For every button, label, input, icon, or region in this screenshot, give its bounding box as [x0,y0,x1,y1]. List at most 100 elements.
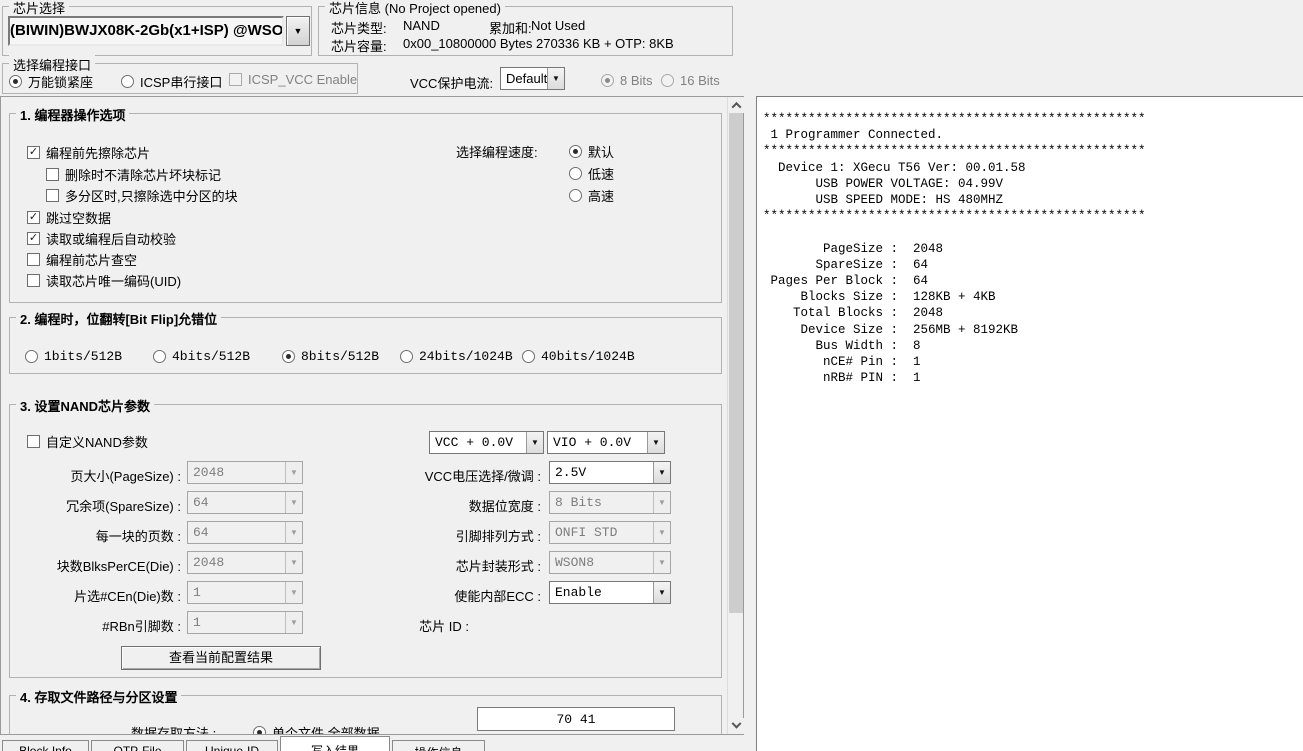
radio-label: 1bits/512B [44,349,122,364]
vcc-voltage-value: 2.5V [550,462,653,483]
single-file-radio[interactable]: 单个文件 全部数据 [253,723,380,735]
chip-id-label: 芯片 ID : [369,616,469,635]
internal-ecc-combobox[interactable]: Enable ▼ [549,581,671,604]
bitflip-24bits-radio[interactable]: 24bits/1024B [400,349,513,364]
internal-ecc-value: Enable [550,582,653,603]
panel-scrollbar[interactable] [727,97,743,734]
speed-low-radio[interactable]: 低速 [569,164,614,183]
chevron-down-icon: ▼ [653,552,670,573]
pin-layout-combobox: ONFI STD ▼ [549,521,671,544]
view-config-button[interactable]: 查看当前配置结果 [121,646,321,670]
tab-operation-info[interactable]: 操作信息 [392,740,485,751]
radio-icon [253,726,266,735]
tab-unique-id[interactable]: Unique-ID [186,740,278,751]
vcc-trim-value: VCC + 0.0V [430,432,526,453]
auto-verify-checkbox[interactable]: ✓ 读取或编程后自动校验 [27,229,176,248]
pagesize-value: 2048 [188,462,285,483]
read-uid-checkbox[interactable]: 读取芯片唯一编码(UID) [27,271,181,290]
radio-icon [121,75,134,88]
section2-group: 2. 编程时，位翻转[Bit Flip]允错位 [9,317,722,374]
checkbox-icon [229,73,242,86]
data-width-label: 数据位宽度 : [369,496,541,515]
tab-otp-file[interactable]: OTP-File [91,740,184,751]
programmer-window: { "chip_select": { "title": "芯片选择", "val… [0,0,1303,751]
tab-write-result[interactable]: 写入结果 [280,736,390,751]
chevron-down-icon [731,718,741,728]
icsp-vcc-checkbox: ICSP_VCC Enable [229,72,357,87]
speed-default-radio[interactable]: 默认 [569,142,614,161]
bitflip-1bits-radio[interactable]: 1bits/512B [25,349,122,364]
chip-info-group-title: 芯片信息 (No Project opened) [325,0,505,17]
radio-label: 默认 [588,142,614,161]
package-combobox: WSON8 ▼ [549,551,671,574]
sparesize-combobox: 64 ▼ [187,491,303,514]
checksum-label: 累加和: [489,18,532,37]
checkbox-icon [46,168,59,181]
data-width-value: 8 Bits [550,492,653,513]
chevron-down-icon: ▼ [653,582,670,603]
checkbox-icon [46,189,59,202]
blocks-per-ce-label: 块数BlksPerCE(Die) : [11,556,181,575]
pages-per-block-value: 64 [188,522,285,543]
checkbox-label: 多分区时,只擦除选中分区的块 [65,186,238,205]
pages-per-block-label: 每一块的页数 : [11,526,181,545]
vio-trim-combobox[interactable]: VIO + 0.0V ▼ [547,431,665,454]
scrollbar-thumb[interactable] [729,113,743,613]
checkbox-icon: ✓ [27,232,40,245]
blocks-per-ce-combobox: 2048 ▼ [187,551,303,574]
chip-select-combobox[interactable]: (BIWIN)BWJX08K-2Gb(x1+ISP) @WSON8 [8,16,284,46]
rbn-count-combobox: 1 ▼ [187,611,303,634]
interface-group: 选择编程接口 万能锁紧座 ICSP串行接口 ICSP_VCC Enable [2,63,358,94]
chevron-down-icon: ▼ [653,462,670,483]
sparesize-label: 冗余项(SpareSize) : [11,496,181,515]
chip-select-dropdown-button[interactable]: ▼ [286,16,310,46]
chip-select-group-title: 芯片选择 [9,0,69,17]
radio-icon [400,350,413,363]
ce-count-combobox: 1 ▼ [187,581,303,604]
radio-icon [661,74,674,87]
checkbox-icon: ✓ [27,211,40,224]
erase-selected-partition-checkbox[interactable]: 多分区时,只擦除选中分区的块 [46,186,238,205]
keep-badblock-mark-checkbox[interactable]: 删除时不清除芯片坏块标记 [46,165,221,184]
chevron-down-icon: ▼ [647,432,664,453]
scroll-up-button[interactable] [728,97,744,113]
icsp-vcc-checkbox-label: ICSP_VCC Enable [248,72,357,87]
section2-title: 2. 编程时，位翻转[Bit Flip]允错位 [16,309,221,328]
section4-title: 4. 存取文件路径与分区设置 [16,687,181,706]
checkbox-icon [27,435,40,448]
checkbox-label: 自定义NAND参数 [46,432,148,451]
checksum-value: Not Used [531,18,585,33]
bitflip-8bits-radio[interactable]: 8bits/512B [282,349,379,364]
vcc-voltage-combobox[interactable]: 2.5V ▼ [549,461,671,484]
custom-nand-params-checkbox[interactable]: 自定义NAND参数 [27,432,148,451]
package-label: 芯片封装形式 : [369,556,541,575]
bitflip-4bits-radio[interactable]: 4bits/512B [153,349,250,364]
radio-label: 单个文件 全部数据 [272,723,380,735]
vcc-protect-value: Default [501,68,547,89]
vcc-protect-combobox[interactable]: Default ▼ [500,67,565,90]
blank-check-before-program-checkbox[interactable]: 编程前芯片查空 [27,250,137,269]
radio-icon [522,350,535,363]
erase-before-program-checkbox[interactable]: ✓ 编程前先擦除芯片 [27,143,150,162]
settings-panel: 1. 编程器操作选项 ✓ 编程前先擦除芯片 删除时不清除芯片坏块标记 多分区时,… [0,96,744,735]
socket-radio[interactable]: 万能锁紧座 [9,72,93,91]
bitflip-40bits-radio[interactable]: 40bits/1024B [522,349,635,364]
radio-label: 4bits/512B [172,349,250,364]
checkbox-icon [27,253,40,266]
checkbox-icon: ✓ [27,146,40,159]
icsp-radio[interactable]: ICSP串行接口 [121,72,222,91]
pin-layout-value: ONFI STD [550,522,653,543]
vcc-trim-combobox[interactable]: VCC + 0.0V ▼ [429,431,544,454]
pagesize-label: 页大小(PageSize) : [11,466,181,485]
tab-block-info[interactable]: Block Info [2,740,89,751]
chip-type-label: 芯片类型: [331,18,387,37]
skip-blank-data-checkbox[interactable]: ✓ 跳过空数据 [27,208,111,227]
log-text: ****************************************… [757,97,1303,386]
radio-icon [25,350,38,363]
pin-layout-label: 引脚排列方式 : [369,526,541,545]
chevron-up-icon [731,101,741,111]
speed-high-radio[interactable]: 高速 [569,186,614,205]
chevron-down-icon: ▼ [294,26,303,36]
chevron-down-icon: ▼ [653,492,670,513]
scroll-down-button[interactable] [728,718,744,734]
